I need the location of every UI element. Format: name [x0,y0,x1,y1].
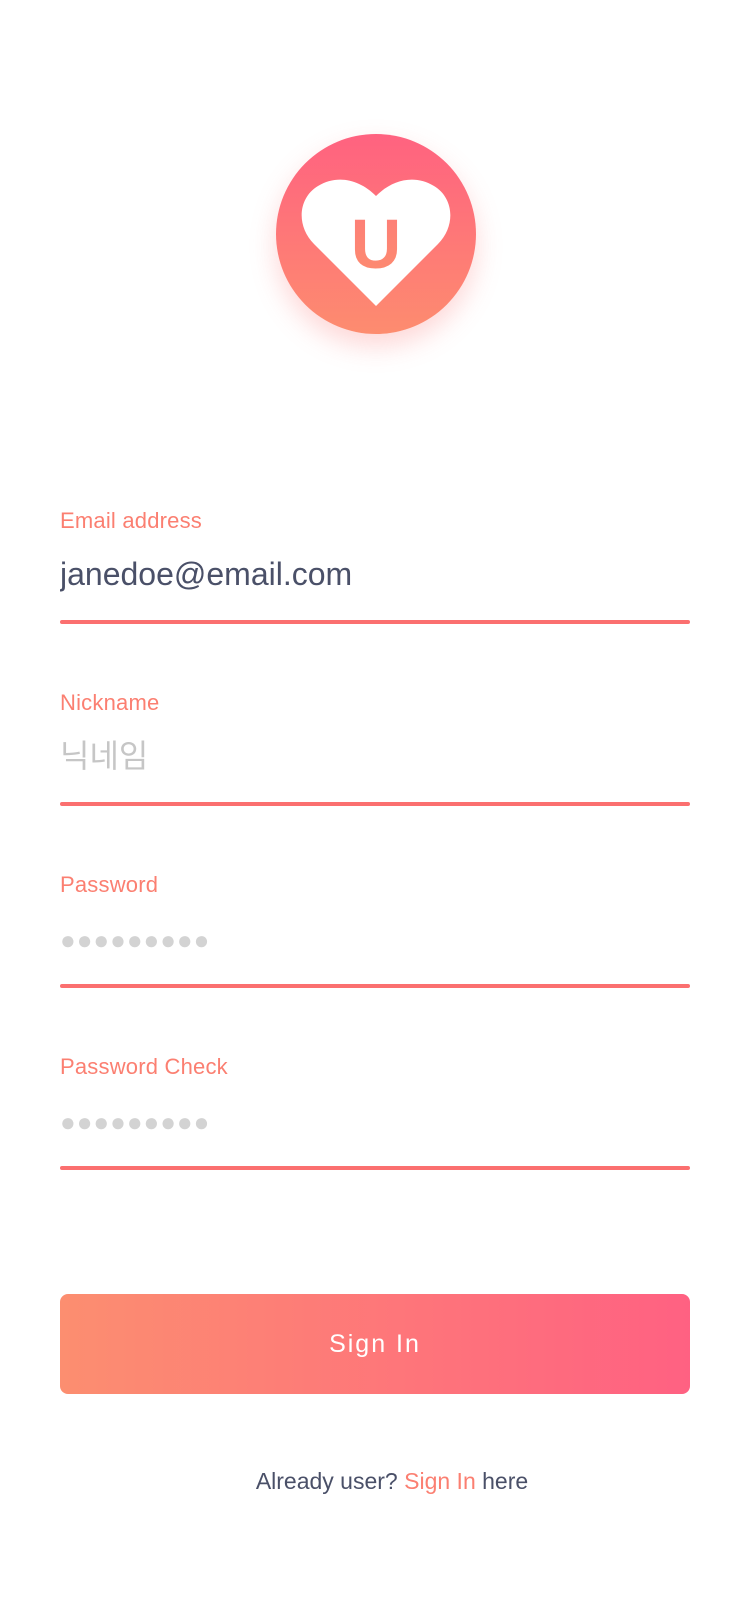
email-field[interactable] [60,542,690,606]
signup-screen: U Email address Nickname Password Passwo… [0,0,750,1624]
password-check-label: Password Check [60,1054,228,1079]
password-check-field-group: Password Check [60,1054,690,1174]
nickname-label: Nickname [60,690,160,715]
password-label: Password [60,872,159,897]
logo-letter: U [351,205,402,283]
footer-prefix: Already user? [255,1468,398,1494]
sign-in-button[interactable]: Sign In [60,1294,690,1394]
nickname-underline [60,802,690,806]
email-field-group: Email address [60,508,690,628]
heart-icon: U [301,179,451,306]
password-check-field[interactable] [60,1088,690,1152]
footer-suffix: here [482,1468,529,1494]
app-logo: U [276,134,476,334]
password-field-group: Password [60,872,690,992]
nickname-field-group: Nickname [60,690,690,810]
footer-sign-in-link[interactable]: Sign In [404,1468,476,1494]
footer-signin-prompt: Already user? Sign In here [0,1468,750,1495]
nickname-field[interactable] [60,724,690,788]
password-underline [60,984,690,988]
password-field[interactable] [60,906,690,970]
email-label: Email address [60,508,202,533]
password-check-underline [60,1166,690,1170]
email-underline [60,620,690,624]
